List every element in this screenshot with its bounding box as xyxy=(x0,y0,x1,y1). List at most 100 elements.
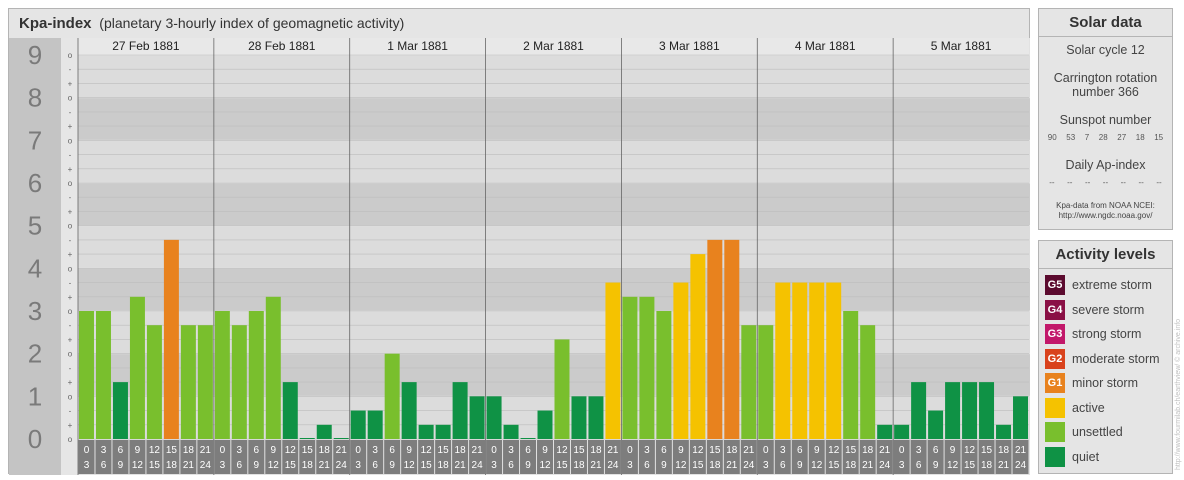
kp-bar xyxy=(826,282,842,439)
hour-end-label: 9 xyxy=(254,460,260,471)
minor-tick-label: - xyxy=(69,151,72,160)
hour-start-label: 3 xyxy=(508,445,514,456)
activity-level-label: active xyxy=(1072,400,1105,415)
activity-level-item: quiet xyxy=(1045,446,1100,467)
hour-start-label: 3 xyxy=(916,445,922,456)
hour-end-label: 18 xyxy=(981,460,993,471)
kp-bar xyxy=(299,438,315,439)
kp-bar xyxy=(554,339,570,439)
hour-start-label: 9 xyxy=(542,445,548,456)
hour-end-label: 6 xyxy=(644,460,650,471)
minor-tick-label: + xyxy=(68,250,73,259)
activity-level-swatch: G2 xyxy=(1045,348,1065,369)
hour-start-label: 15 xyxy=(709,445,721,456)
minor-tick-label: + xyxy=(68,122,73,131)
data-source-link[interactable]: http://www.ngdc.noaa.gov/ xyxy=(1039,211,1172,221)
level-band xyxy=(9,183,1030,226)
hour-end-label: 12 xyxy=(404,460,416,471)
hour-start-label: 6 xyxy=(389,445,395,456)
ap-index-value: -- xyxy=(1049,178,1055,187)
hour-start-label: 0 xyxy=(220,445,226,456)
kp-bar xyxy=(588,396,604,439)
hour-end-label: 21 xyxy=(455,460,467,471)
hour-end-label: 15 xyxy=(964,460,976,471)
hour-start-label: 3 xyxy=(237,445,243,456)
activity-level-label: quiet xyxy=(1072,449,1100,464)
kp-bar xyxy=(469,396,485,439)
kp-bar xyxy=(979,382,995,439)
hour-start-label: 0 xyxy=(627,445,633,456)
hour-start-label: 18 xyxy=(183,445,195,456)
hour-end-label: 9 xyxy=(118,460,124,471)
hour-start-label: 18 xyxy=(726,445,738,456)
hour-end-label: 18 xyxy=(709,460,721,471)
kp-bar xyxy=(180,325,196,439)
hour-start-label: 6 xyxy=(525,445,531,456)
day-label: 2 Mar 1881 xyxy=(523,39,584,53)
hour-start-label: 21 xyxy=(743,445,755,456)
hour-end-label: 3 xyxy=(627,460,633,471)
minor-tick-label: - xyxy=(69,108,72,117)
hour-end-label: 24 xyxy=(607,460,619,471)
ap-index-value: -- xyxy=(1067,178,1073,187)
hour-start-label: 21 xyxy=(1015,445,1027,456)
activity-levels-panel: Activity levels G5 extreme storm G4 severe … xyxy=(1038,240,1173,474)
kp-bar xyxy=(792,282,808,439)
y-tick-label: 6 xyxy=(28,168,42,198)
hour-start-label: 15 xyxy=(845,445,857,456)
hour-start-label: 15 xyxy=(438,445,450,456)
kp-bar xyxy=(962,382,978,439)
hour-end-label: 18 xyxy=(302,460,314,471)
hour-end-label: 6 xyxy=(780,460,786,471)
hour-end-label: 9 xyxy=(525,460,531,471)
hour-end-label: 18 xyxy=(845,460,857,471)
hour-start-label: 0 xyxy=(355,445,361,456)
sunspot-value: 28 xyxy=(1098,133,1108,142)
kp-bar xyxy=(282,382,298,439)
hour-end-label: 21 xyxy=(590,460,602,471)
kp-bar-chart: 0123456789+o+o-+o-+o-+o-+o-+o-+o-+o-o-27… xyxy=(9,38,1030,475)
kp-bar xyxy=(928,410,944,439)
hour-end-label: 21 xyxy=(319,460,331,471)
minor-tick-label: + xyxy=(68,378,73,387)
kp-bar xyxy=(265,296,281,439)
minor-tick-label: - xyxy=(69,364,72,373)
ap-index-label: Daily Ap-index xyxy=(1065,158,1146,172)
hour-start-label: 6 xyxy=(254,445,260,456)
kp-bar xyxy=(877,424,893,439)
kp-bar xyxy=(146,325,162,439)
solar-cycle: Solar cycle 12 xyxy=(1066,43,1145,57)
hour-start-label: 6 xyxy=(933,445,939,456)
activity-level-item: G1 minor storm xyxy=(1045,373,1138,393)
kp-bar xyxy=(809,282,825,439)
hour-end-label: 21 xyxy=(862,460,874,471)
minor-tick-label: o xyxy=(68,350,73,359)
kp-bar xyxy=(775,282,791,439)
level-band xyxy=(9,98,1030,140)
hour-end-label: 6 xyxy=(916,460,922,471)
hour-end-label: 24 xyxy=(472,460,484,471)
day-label: 27 Feb 1881 xyxy=(112,39,180,53)
hour-start-label: 12 xyxy=(964,445,976,456)
hour-start-label: 3 xyxy=(644,445,650,456)
hour-start-label: 15 xyxy=(166,445,178,456)
hour-start-label: 12 xyxy=(556,445,568,456)
minor-tick-label: + xyxy=(68,79,73,88)
hour-end-label: 3 xyxy=(84,460,90,471)
activity-level-swatch xyxy=(1045,446,1065,467)
sunspot-value: 53 xyxy=(1066,133,1076,142)
kp-bar xyxy=(452,382,468,439)
y-tick-label: 2 xyxy=(28,339,42,369)
level-band xyxy=(9,268,1030,311)
activity-level-item: active xyxy=(1045,397,1105,418)
hour-start-label: 12 xyxy=(692,445,704,456)
hour-start-label: 18 xyxy=(455,445,467,456)
hour-start-label: 18 xyxy=(590,445,602,456)
kp-bar xyxy=(384,353,400,439)
kp-bar xyxy=(401,382,417,439)
kp-bar xyxy=(571,396,587,439)
kp-bar xyxy=(741,325,757,439)
hour-start-label: 0 xyxy=(899,445,905,456)
hour-start-label: 15 xyxy=(573,445,585,456)
minor-tick-label: - xyxy=(69,321,72,330)
